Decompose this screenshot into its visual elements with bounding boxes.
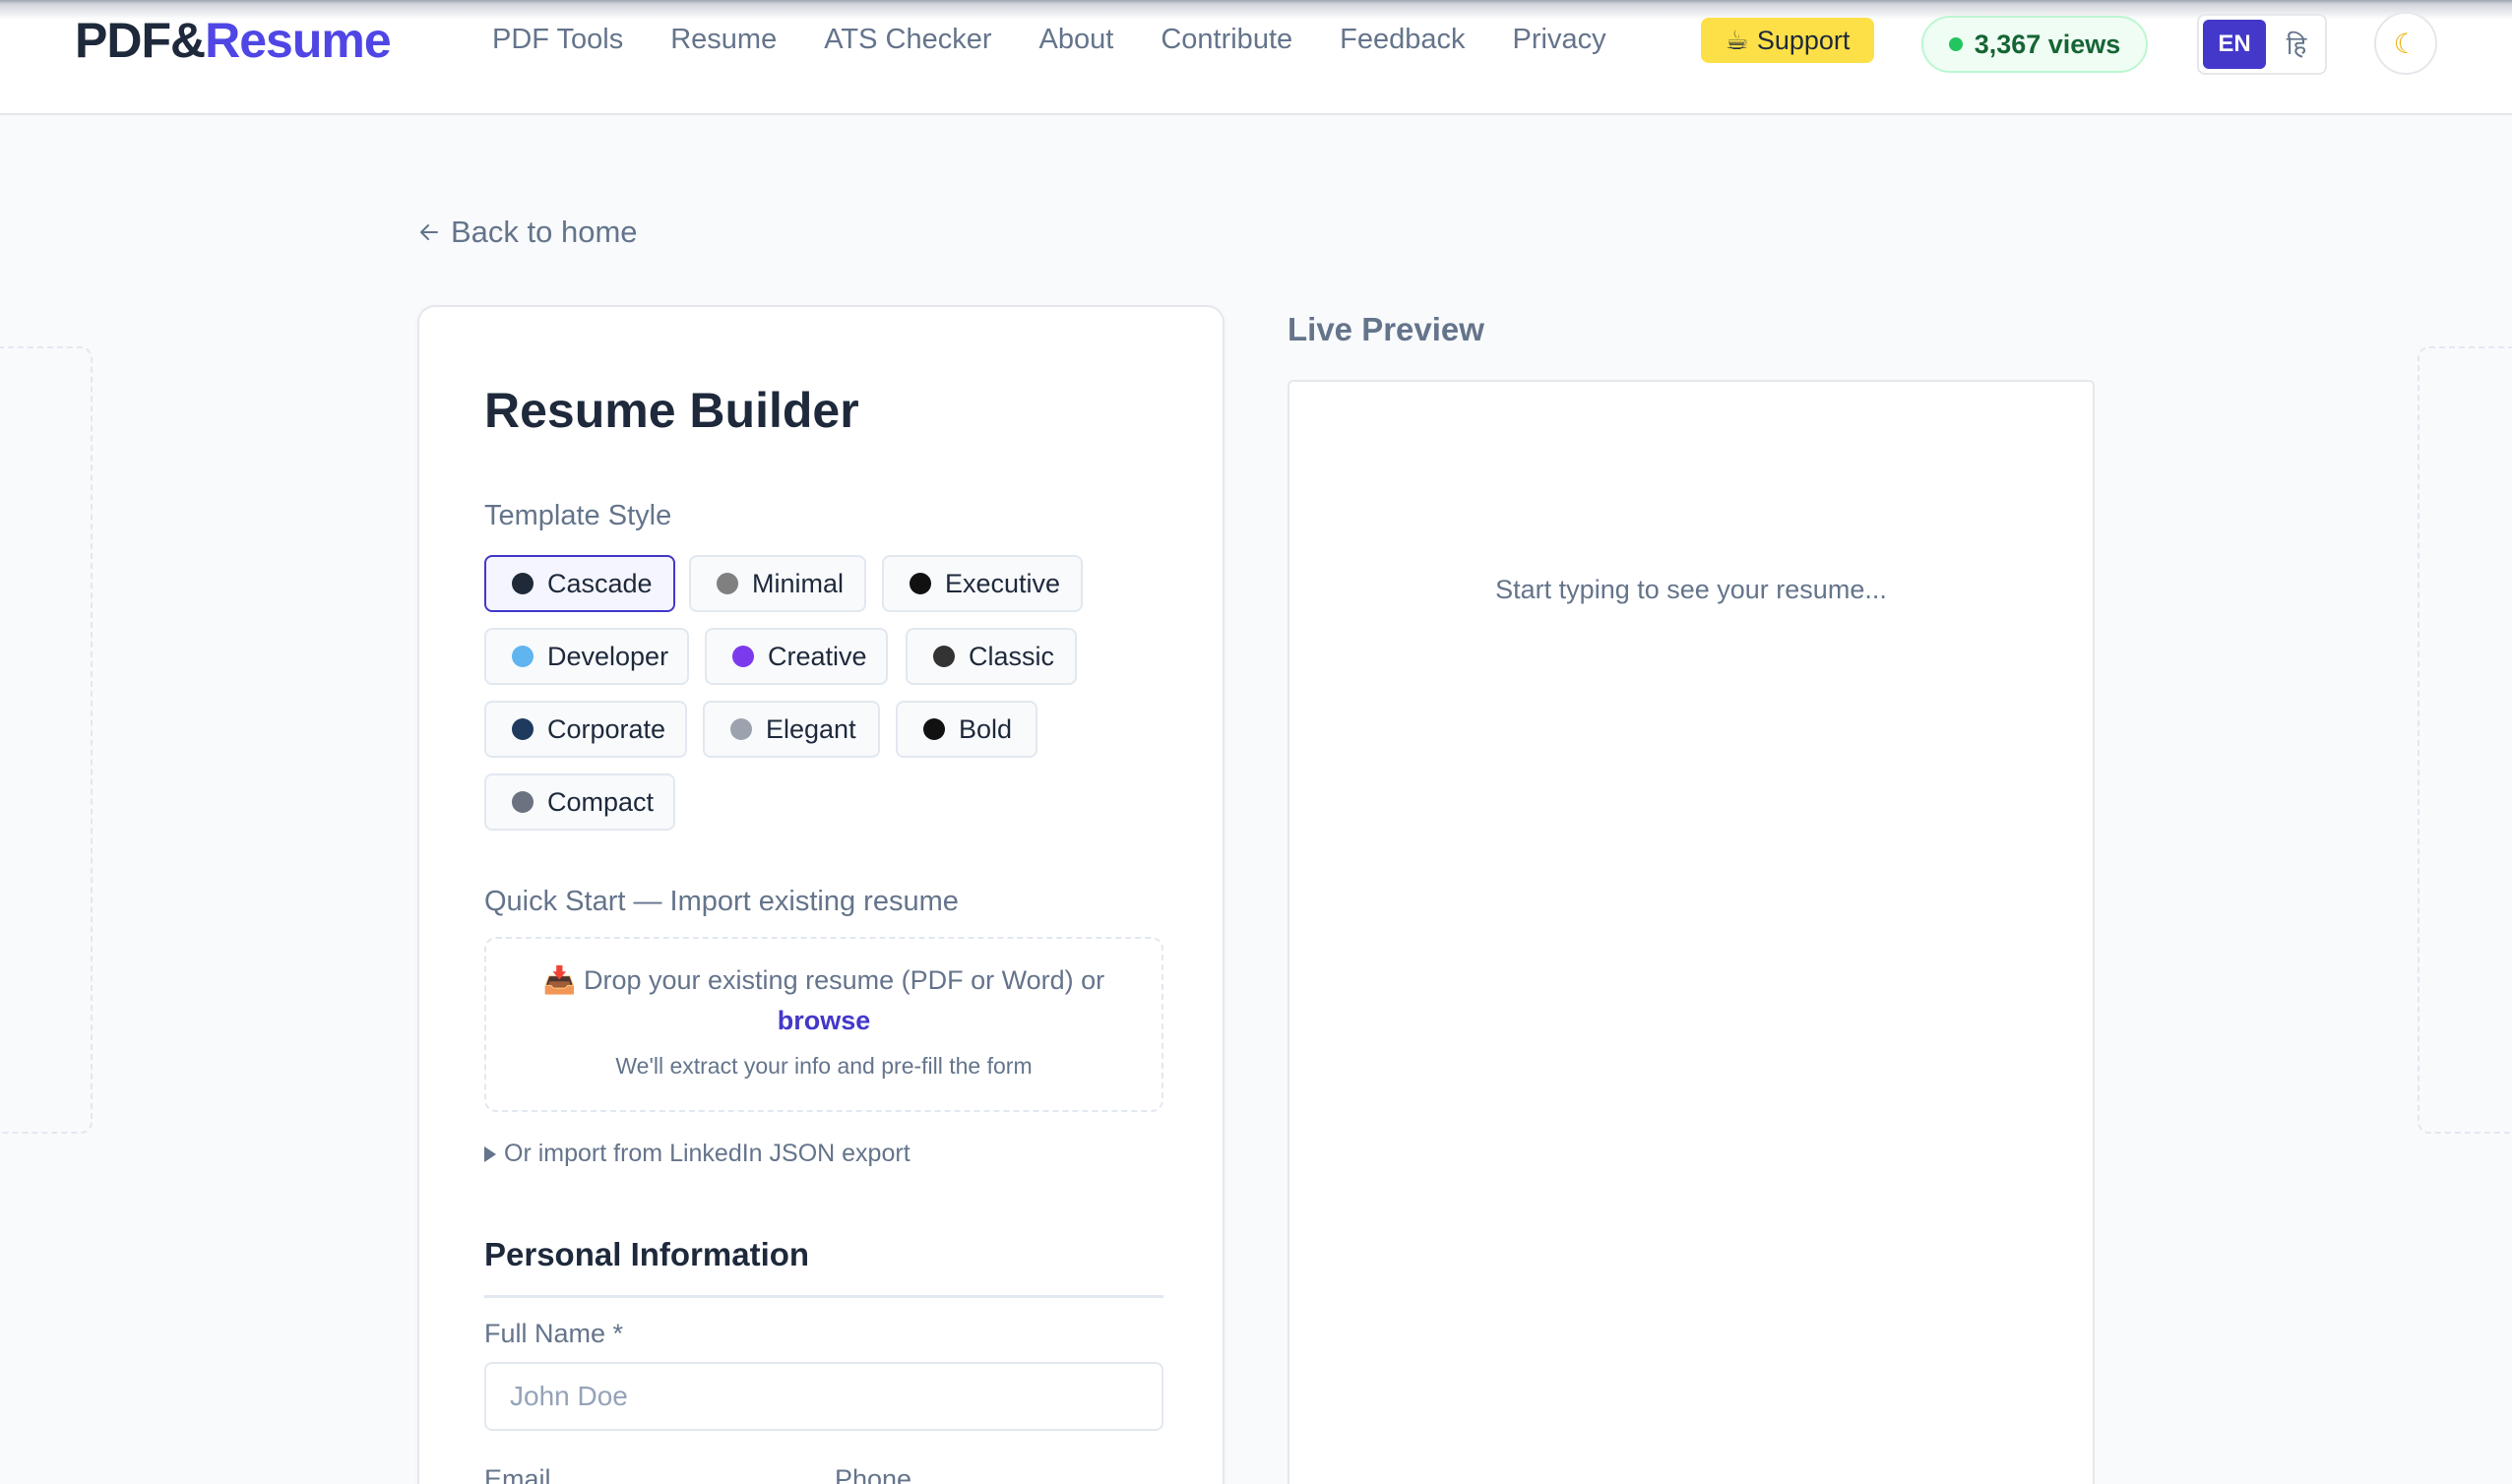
full-name-label: Full Name *	[484, 1319, 624, 1348]
template-label: Classic	[969, 641, 1055, 671]
template-label: Corporate	[547, 713, 666, 744]
template-label: Creative	[768, 641, 867, 671]
template-creative[interactable]: Creative	[705, 628, 888, 685]
theme-toggle-button[interactable]: ☾	[2374, 12, 2437, 75]
nav-ats-checker[interactable]: ATS Checker	[824, 24, 991, 56]
template-compact[interactable]: Compact	[484, 773, 675, 831]
template-label: Developer	[547, 641, 669, 671]
nav-feedback[interactable]: Feedback	[1340, 24, 1465, 56]
logo-text-resume: Resume	[205, 13, 392, 68]
lang-en-button[interactable]: EN	[2203, 20, 2266, 69]
swatch-bold	[923, 718, 945, 740]
swatch-compact	[512, 791, 534, 813]
phone-label: Phone	[835, 1464, 912, 1484]
live-dot-icon	[1948, 37, 1963, 51]
live-preview-title: Live Preview	[1287, 311, 1484, 347]
builder-title: Resume Builder	[484, 383, 859, 438]
nav-pdf-tools[interactable]: PDF Tools	[492, 24, 623, 56]
template-bold[interactable]: Bold	[896, 701, 1037, 758]
template-corporate[interactable]: Corporate	[484, 701, 687, 758]
lang-hi-button[interactable]: हि	[2272, 20, 2321, 69]
swatch-developer	[512, 646, 534, 667]
coffee-icon: ☕	[1725, 25, 1749, 55]
disclosure-triangle-icon	[484, 1145, 496, 1162]
arrow-left-icon	[420, 224, 438, 240]
swatch-minimal	[717, 573, 738, 594]
dropzone-text: Drop your existing resume (PDF or Word) …	[583, 965, 1105, 995]
template-classic[interactable]: Classic	[906, 628, 1077, 685]
swatch-cascade	[512, 573, 534, 594]
nav-privacy[interactable]: Privacy	[1513, 24, 1606, 56]
swatch-executive	[910, 573, 931, 594]
swatch-corporate	[512, 718, 534, 740]
template-elegant[interactable]: Elegant	[703, 701, 880, 758]
support-label: Support	[1756, 25, 1851, 55]
left-ad-placeholder	[0, 346, 93, 1134]
support-button[interactable]: ☕ Support	[1701, 18, 1874, 63]
views-badge: 3,367 views	[1921, 16, 2148, 73]
back-label: Back to home	[451, 215, 638, 249]
resume-builder-card: Resume Builder Template Style Cascade Mi…	[417, 305, 1225, 1484]
views-count: 3,367 views	[1974, 29, 2121, 59]
language-switcher: EN हि	[2197, 14, 2327, 75]
template-developer[interactable]: Developer	[484, 628, 689, 685]
dropzone-subtext: We'll extract your info and pre-fill the…	[615, 1053, 1033, 1079]
quick-start-label: Quick Start — Import existing resume	[484, 886, 959, 917]
email-label: Email	[484, 1464, 551, 1484]
template-label: Executive	[945, 568, 1061, 598]
template-label: Cascade	[547, 568, 653, 598]
nav-contribute[interactable]: Contribute	[1161, 24, 1292, 56]
template-label: Compact	[547, 786, 655, 817]
inbox-tray-icon: 📥	[542, 965, 577, 995]
back-to-home-link[interactable]: Back to home	[417, 215, 638, 250]
live-preview-panel: Start typing to see your resume...	[1287, 380, 2095, 1484]
section-divider	[484, 1295, 1163, 1298]
template-executive[interactable]: Executive	[882, 555, 1083, 612]
nav-about[interactable]: About	[1039, 24, 1114, 56]
linkedin-import-toggle[interactable]: Or import from LinkedIn JSON export	[484, 1140, 911, 1168]
moon-icon: ☾	[2393, 28, 2418, 59]
template-minimal[interactable]: Minimal	[689, 555, 866, 612]
browse-link[interactable]: browse	[486, 1006, 1162, 1036]
template-style-label: Template Style	[484, 500, 672, 531]
preview-empty-message: Start typing to see your resume...	[1495, 575, 1887, 604]
template-label: Elegant	[766, 713, 856, 744]
main-nav: PDF Tools Resume ATS Checker About Contr…	[492, 18, 1654, 61]
right-ad-placeholder	[2418, 346, 2512, 1134]
linkedin-import-label: Or import from LinkedIn JSON export	[504, 1140, 911, 1167]
full-name-input[interactable]	[484, 1362, 1163, 1431]
swatch-classic	[933, 646, 955, 667]
nav-resume[interactable]: Resume	[670, 24, 777, 56]
logo-text-pdf: PDF&	[75, 13, 206, 68]
site-logo[interactable]: PDF&Resume	[75, 12, 392, 69]
template-label: Minimal	[752, 568, 845, 598]
template-cascade[interactable]: Cascade	[484, 555, 675, 612]
swatch-creative	[732, 646, 754, 667]
swatch-elegant	[730, 718, 752, 740]
personal-info-title: Personal Information	[484, 1236, 810, 1272]
dropzone-text-row: 📥 Drop your existing resume (PDF or Word…	[486, 964, 1162, 996]
template-label: Bold	[959, 713, 1013, 744]
resume-dropzone[interactable]: 📥 Drop your existing resume (PDF or Word…	[484, 937, 1163, 1112]
